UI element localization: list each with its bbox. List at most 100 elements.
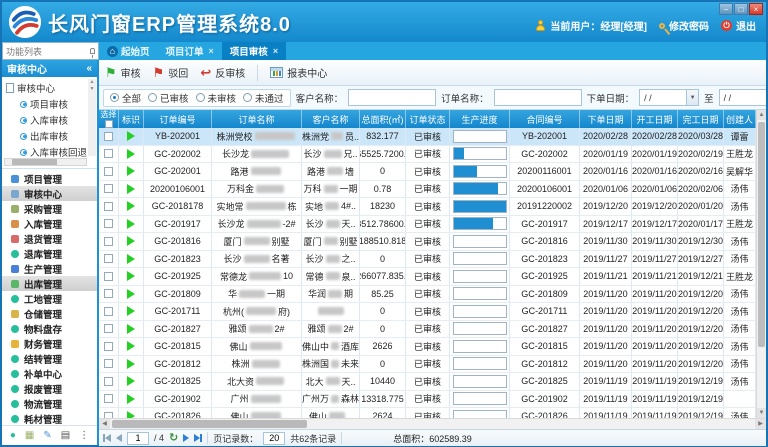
radio-3[interactable]: 未通过 (243, 91, 284, 105)
scroll-right-icon[interactable]: ▶ (755, 419, 766, 429)
select-all-checkbox[interactable] (105, 120, 113, 128)
customer-name-input[interactable] (348, 89, 436, 106)
tab-project-orders[interactable]: 项目订单× (158, 42, 222, 60)
table-row[interactable]: GC-2018178实地常栋实地4#..18230已审核201912200022… (99, 198, 756, 216)
table-row[interactable]: GC-202002长沙龙长沙兄..65525.7200..已审核GC-20200… (99, 146, 756, 164)
change-password-button[interactable]: 修改密码 (659, 18, 709, 33)
page-size-input[interactable] (263, 432, 285, 445)
sidebar-item-7[interactable]: 出库管理 (2, 276, 97, 291)
table-row[interactable]: GC-201823长沙名著长沙之..0已审核GC-2018232019/11/2… (99, 251, 756, 269)
calendar-dropdown-icon[interactable]: ▼ (686, 90, 698, 105)
column-header-12[interactable]: 创建人 (724, 110, 756, 128)
order-name-input[interactable] (494, 89, 582, 106)
row-checkbox[interactable] (104, 184, 113, 193)
dot-icon[interactable]: ● (10, 431, 16, 441)
column-header-9[interactable]: 下单日期 (580, 110, 632, 128)
row-checkbox[interactable] (104, 342, 113, 351)
sidebar-item-15[interactable]: 物流管理 (2, 396, 97, 411)
table-row[interactable]: GC-201815佛山佛山中酒库2626已审核GC-2018152019/11/… (99, 338, 756, 356)
sidebar-item-2[interactable]: 采购管理 (2, 201, 97, 216)
vertical-scrollbar[interactable]: ▲ ▼ (756, 110, 766, 418)
column-header-11[interactable]: 完工日期 (678, 110, 724, 128)
page-number-input[interactable] (127, 432, 149, 445)
tab-close-icon[interactable]: × (209, 46, 214, 56)
cart-icon[interactable]: ▦ (25, 431, 34, 441)
table-row[interactable]: GC-201812株洲株洲国未来0已审核GC-2018122019/11/202… (99, 356, 756, 374)
scroll-down-icon[interactable]: ▼ (757, 408, 766, 418)
radio-1[interactable]: 已审核 (148, 91, 189, 105)
radio-0[interactable]: 全部 (110, 91, 141, 105)
row-checkbox[interactable] (104, 394, 113, 403)
next-page-button[interactable] (183, 434, 189, 442)
sidebar-item-0[interactable]: 项目管理 (2, 171, 97, 186)
function-list-search[interactable]: 功能列表 (2, 42, 99, 60)
row-checkbox[interactable] (104, 132, 113, 141)
tab-home[interactable]: ⌂起始页 (99, 42, 158, 60)
table-row[interactable]: GC-201711杭州(府)0已审核GC-2017112019/11/20201… (99, 303, 756, 321)
tree-item-0[interactable]: 项目审核 (6, 96, 89, 112)
collapse-icon[interactable]: « (86, 63, 92, 74)
row-checkbox[interactable] (104, 377, 113, 386)
tab-close-icon[interactable]: × (273, 46, 278, 56)
sidebar-item-8[interactable]: 工地管理 (2, 291, 97, 306)
table-row[interactable]: GC-202001路港路港墙0已审核202001160012020/01/162… (99, 163, 756, 181)
prev-page-button[interactable] (116, 434, 122, 442)
vertical-scroll-thumb[interactable] (758, 122, 765, 347)
row-checkbox[interactable] (104, 237, 113, 246)
sidebar-item-6[interactable]: 生产管理 (2, 261, 97, 276)
column-header-2[interactable]: 订单编号 (144, 110, 212, 128)
row-checkbox[interactable] (104, 167, 113, 176)
table-row[interactable]: YB-202001株洲党校株洲党员..832.177已审核YB-20200120… (99, 128, 756, 146)
tree-vertical-scrollbar[interactable]: ▲▼ (88, 79, 96, 156)
row-checkbox[interactable] (104, 202, 113, 211)
sidebar-item-12[interactable]: 结转管理 (2, 351, 97, 366)
column-header-6[interactable]: 订单状态 (406, 110, 450, 128)
row-checkbox[interactable] (104, 149, 113, 158)
approve-button[interactable]: ⚑ 审核 (105, 65, 141, 80)
column-header-0[interactable]: 选择 (99, 110, 119, 128)
tab-project-audit[interactable]: 项目审核× (222, 42, 286, 60)
reject-button[interactable]: ⚑ 驳回 (153, 65, 189, 80)
last-page-button[interactable] (194, 434, 202, 442)
sidebar-item-5[interactable]: 退库管理 (2, 246, 97, 261)
first-page-button[interactable] (103, 434, 111, 442)
table-row[interactable]: 20200106001万科金万科一期0.78已审核202001060012020… (99, 181, 756, 199)
radio-2[interactable]: 未审核 (196, 91, 237, 105)
report-center-button[interactable]: 报表中心 (270, 65, 327, 80)
horizontal-scroll-thumb[interactable] (112, 420, 307, 428)
column-header-10[interactable]: 开工日期 (632, 110, 678, 128)
order-date-from-input[interactable]: / / ▼ (639, 89, 699, 106)
tree-root-audit-center[interactable]: 审核中心 (6, 80, 89, 96)
sidebar-item-14[interactable]: 报废管理 (2, 381, 97, 396)
tree-item-2[interactable]: 出库审核 (6, 128, 89, 144)
sidebar-item-10[interactable]: 物料盘存 (2, 321, 97, 336)
sidebar-panel-header[interactable]: 审核中心 « (2, 60, 97, 77)
column-header-7[interactable]: 生产进度 (450, 110, 510, 128)
row-checkbox[interactable] (104, 307, 113, 316)
sidebar-item-3[interactable]: 入库管理 (2, 216, 97, 231)
maximize-button[interactable]: □ (734, 3, 748, 15)
row-checkbox[interactable] (104, 289, 113, 298)
row-checkbox[interactable] (104, 254, 113, 263)
order-date-to-input[interactable]: / / ▼ (719, 89, 766, 106)
scroll-up-icon[interactable]: ▲ (757, 110, 766, 120)
table-row[interactable]: GC-201925常德龙10常德泉..266077.835..已审核GC-201… (99, 268, 756, 286)
column-header-8[interactable]: 合同编号 (510, 110, 580, 128)
unapprove-button[interactable]: ↩ 反审核 (200, 65, 245, 80)
sidebar-item-9[interactable]: 仓储管理 (2, 306, 97, 321)
tree-item-1[interactable]: 入库审核 (6, 112, 89, 128)
table-row[interactable]: GC-201825北大资北大天..10440已审核GC-2018252019/1… (99, 373, 756, 391)
column-header-1[interactable]: 标识 (119, 110, 144, 128)
table-row[interactable]: GC-201902广州广州万森林13318.775已审核GC-201902201… (99, 391, 756, 409)
scroll-left-icon[interactable]: ◀ (99, 419, 110, 429)
sidebar-item-4[interactable]: 退货管理 (2, 231, 97, 246)
column-header-4[interactable]: 客户名称 (302, 110, 360, 128)
table-row[interactable]: GC-201816厦门别墅厦门别墅188510.818已审核GC-2018162… (99, 233, 756, 251)
pin-icon[interactable] (90, 48, 95, 54)
table-row[interactable]: GC-201809华一期华润期85.25已审核GC-2018092019/11/… (99, 286, 756, 304)
logout-button[interactable]: ⏻ 退出 (721, 18, 756, 33)
more-icon[interactable]: ⋮ (79, 431, 89, 441)
sidebar-item-1[interactable]: 审核中心 (2, 186, 97, 201)
minimize-button[interactable]: − (719, 3, 733, 15)
table-row[interactable]: GC-201826佛山佛山..2624已审核GC-2018262019/11/1… (99, 408, 756, 418)
